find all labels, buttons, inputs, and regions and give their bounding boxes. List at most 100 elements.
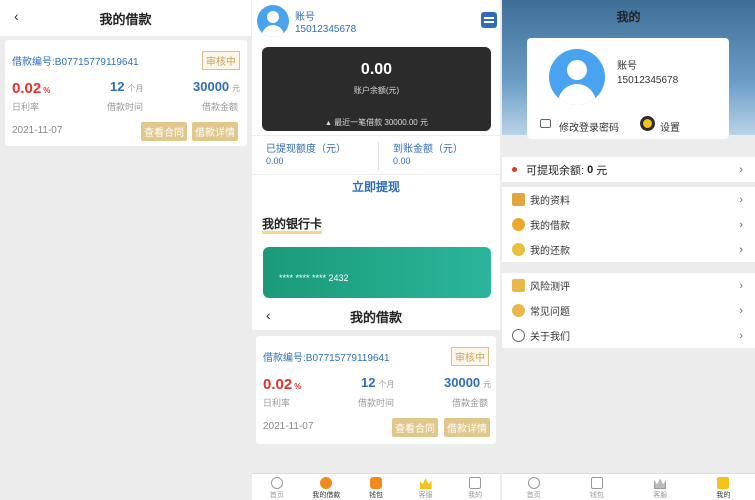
loan-number: 借款编号:B07715779119641 — [263, 353, 390, 364]
tab-mine[interactable]: 我的 — [450, 474, 500, 500]
tab-label: 首页 — [269, 492, 284, 499]
balance-value: 0.00 — [360, 61, 393, 78]
tab-label: 客服 — [418, 492, 433, 499]
divider — [378, 142, 379, 170]
amount-label: 借款金额 — [202, 102, 239, 112]
home-icon — [527, 477, 540, 489]
back-icon[interactable]: ‹ — [266, 307, 271, 323]
menu-my-profile[interactable]: 我的资料 › — [502, 187, 755, 212]
menu-label: 关于我们 — [530, 332, 570, 343]
chevron-right-icon: › — [739, 193, 743, 206]
menu-label: 常见问题 — [530, 307, 570, 318]
arrived-label: 到账金额（元） — [393, 144, 463, 155]
chevron-right-icon: › — [739, 329, 743, 342]
tab-wallet[interactable]: 钱包 — [351, 474, 401, 500]
message-icon[interactable] — [481, 12, 497, 28]
card-number: **** **** **** 2432 — [279, 273, 349, 283]
loan-icon — [320, 477, 333, 489]
amount-value: 30000 — [193, 79, 230, 94]
account-phone: 15012345678 — [295, 24, 357, 35]
last-loan-value: 最近一笔借款 30000.00 元 — [334, 118, 428, 127]
amount-label: 借款金额 — [452, 398, 489, 408]
term-unit: 个月 — [378, 380, 395, 389]
loan-date: 2021-11-07 — [263, 421, 314, 432]
loan-amount: 30000 元 — [444, 375, 491, 390]
view-contract-button[interactable]: 查看合同 — [392, 418, 438, 437]
avatar[interactable] — [549, 49, 605, 105]
home-icon — [512, 193, 525, 206]
lock-icon — [540, 119, 551, 128]
balance-value: 0 — [587, 163, 594, 176]
menu-my-repayment[interactable]: 我的还款 › — [502, 237, 755, 262]
term-unit: 个月 — [127, 84, 144, 93]
rate-unit: % — [43, 86, 51, 95]
wallet-icon — [369, 477, 382, 489]
tab-service[interactable]: 客服 — [629, 474, 692, 500]
tab-label: 钱包 — [368, 492, 383, 499]
status-badge: 审核中 — [202, 51, 240, 70]
chevron-right-icon: › — [739, 304, 743, 317]
tab-service[interactable]: 客服 — [401, 474, 451, 500]
tab-my-loans[interactable]: 我的借款 — [302, 474, 352, 500]
balance-prefix: 可提现余额: — [526, 164, 585, 177]
account-label: 账号 — [295, 12, 315, 23]
balance-card: 0.00 账户余额(元) ▲ 最近一笔借款 30000.00 元 — [262, 47, 491, 131]
status-badge: 审核中 — [451, 347, 489, 366]
panel-my-loans-1: ‹ 我的借款 借款编号:B07715779119641 审核中 0.02% 12… — [0, 0, 251, 500]
loan-icon — [512, 218, 525, 231]
mine-icon — [717, 477, 730, 489]
gear-icon — [640, 116, 655, 131]
balance-unit: 元 — [596, 164, 608, 177]
menu-my-loans[interactable]: 我的借款 › — [502, 212, 755, 237]
rate-value: 0.02 — [263, 376, 293, 393]
settings-button[interactable]: 设置 — [660, 119, 680, 134]
loan-card[interactable]: 借款编号:B07715779119641 审核中 0.02% 12 个月 3000… — [5, 40, 247, 146]
tab-home[interactable]: 首页 — [502, 474, 565, 500]
rate-label: 日利率 — [12, 102, 40, 112]
menu-about-us[interactable]: 关于我们 › — [502, 323, 755, 348]
chevron-right-icon: › — [739, 279, 743, 292]
bank-section: 我的银行卡 **** **** **** 2432 — [252, 208, 500, 308]
withdraw-button[interactable]: 立即提现 — [252, 178, 500, 195]
tab-label: 首页 — [526, 492, 541, 499]
menu-risk-assessment[interactable]: 风险测评 › — [502, 273, 755, 298]
balance-row[interactable]: 可提现余额: 0 元 › — [502, 157, 755, 182]
panel-mine: 我的 账号 15012345678 修改登录密码 设置 可提现余额: 0 元 ›… — [502, 0, 755, 500]
last-loan-text: ▲ 最近一笔借款 30000.00 元 — [262, 117, 491, 128]
rate-unit: % — [294, 382, 302, 391]
panel-wallet: 账号 15012345678 0.00 账户余额(元) ▲ 最近一笔借款 300… — [252, 0, 500, 500]
dot-icon — [512, 167, 517, 172]
loan-detail-button[interactable]: 借款详情 — [444, 418, 490, 437]
nav-bar: ‹ 我的借款 — [0, 0, 251, 36]
withdrawn-value: 0.00 — [266, 156, 284, 166]
menu-label: 风险测评 — [530, 282, 570, 293]
menu-label: 我的借款 — [530, 221, 570, 232]
bank-card[interactable]: **** **** **** 2432 — [263, 247, 491, 298]
avatar[interactable] — [257, 5, 289, 37]
withdraw-stats: 已提现额度（元） 0.00 到账金额（元） 0.00 — [252, 135, 500, 175]
change-password-button[interactable]: 修改登录密码 — [559, 119, 619, 134]
withdrawn-label: 已提现额度（元） — [266, 144, 346, 155]
arrived-value: 0.00 — [393, 156, 411, 166]
chart-icon — [512, 279, 525, 292]
tab-wallet[interactable]: 钱包 — [565, 474, 628, 500]
loan-term: 12 个月 — [361, 375, 394, 390]
tab-mine[interactable]: 我的 — [692, 474, 755, 500]
nav-bar: ‹ 我的借款 — [252, 302, 500, 330]
tab-home[interactable]: 首页 — [252, 474, 302, 500]
balance-label: 账户余额(元) — [353, 86, 400, 95]
tab-bar: 首页 我的借款 钱包 客服 我的 — [252, 473, 500, 500]
loan-icon: ▲ — [325, 120, 332, 127]
loan-detail-button[interactable]: 借款详情 — [192, 122, 238, 141]
term-label: 借款时间 — [107, 102, 144, 112]
loan-date: 2021-11-07 — [12, 125, 63, 136]
chevron-right-icon: › — [739, 163, 743, 176]
chevron-right-icon: › — [739, 243, 743, 256]
page-title: 我的 — [616, 10, 641, 24]
loan-card[interactable]: 借款编号:B07715779119641 审核中 0.02% 12 个月 3000… — [256, 336, 496, 444]
menu-faq[interactable]: 常见问题 › — [502, 298, 755, 323]
crown-icon — [419, 478, 432, 489]
back-icon[interactable]: ‹ — [14, 8, 19, 24]
loan-term: 12 个月 — [110, 79, 143, 94]
view-contract-button[interactable]: 查看合同 — [141, 122, 187, 141]
